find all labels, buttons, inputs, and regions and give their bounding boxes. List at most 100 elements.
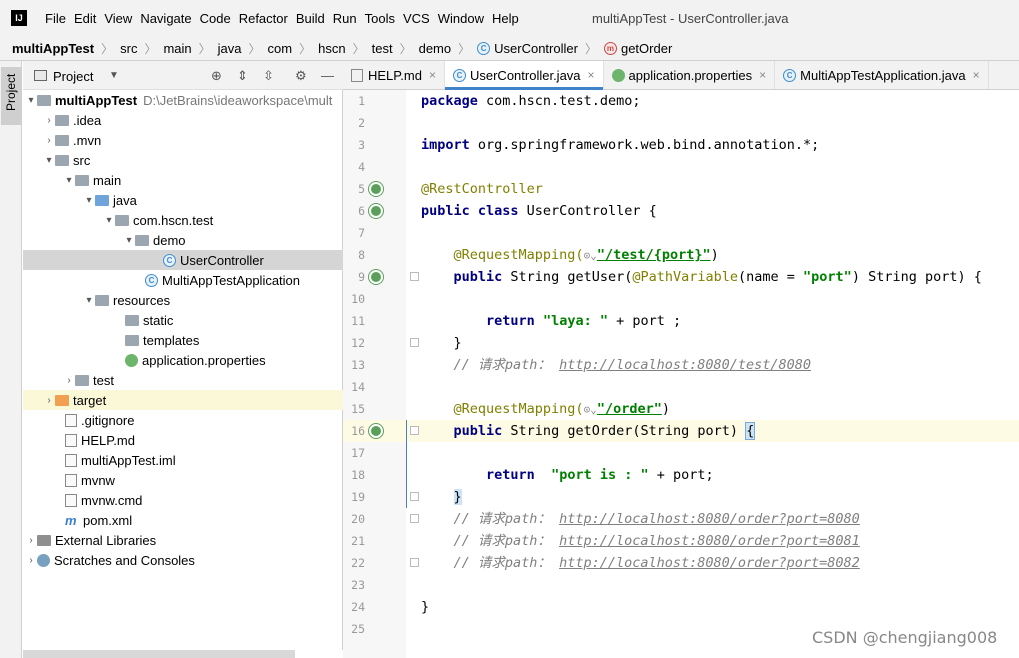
spring-web-icon[interactable]	[369, 204, 383, 218]
line-number: 9	[358, 270, 365, 284]
breadcrumb-hscn[interactable]: hscn	[318, 41, 345, 56]
chevron-down-icon[interactable]: ▾	[83, 195, 95, 206]
expand-all-icon[interactable]: ⇕	[237, 68, 248, 84]
tree-item-resources[interactable]: ▾ resources	[23, 290, 343, 310]
tree-item-idea[interactable]: › .idea	[23, 110, 343, 130]
menu-list: File Edit View Navigate Code Refactor Bu…	[45, 11, 527, 26]
close-icon[interactable]: ×	[759, 68, 766, 82]
request-mapping-icon[interactable]	[369, 424, 383, 438]
class-icon: C	[163, 253, 176, 267]
chevron-down-icon[interactable]: ▾	[63, 175, 75, 186]
tree-item-main[interactable]: ▾ main	[23, 170, 343, 190]
chevron-down-icon[interactable]: ▾	[43, 155, 55, 166]
breadcrumb-src[interactable]: src	[120, 41, 137, 56]
tree-item-iml[interactable]: multiAppTest.iml	[23, 450, 343, 470]
menu-code[interactable]: Code	[200, 11, 231, 26]
minimize-icon[interactable]: —	[321, 68, 334, 83]
tree-item-package[interactable]: ▾ com.hscn.test	[23, 210, 343, 230]
fold-marker-icon[interactable]	[410, 272, 419, 281]
chevron-right-icon[interactable]: ›	[63, 375, 75, 386]
breadcrumb-com[interactable]: com	[268, 41, 293, 56]
tree-item-scratches[interactable]: › Scratches and Consoles	[23, 550, 343, 570]
line-number: 10	[351, 292, 365, 306]
tree-item-target[interactable]: › target	[23, 390, 343, 410]
menu-tools[interactable]: Tools	[365, 11, 395, 26]
request-mapping-icon[interactable]	[369, 270, 383, 284]
tree-item-gitignore[interactable]: .gitignore	[23, 410, 343, 430]
chevron-down-icon[interactable]: ▼	[109, 70, 119, 81]
collapse-all-icon[interactable]: ⇳	[263, 68, 274, 84]
fold-marker-icon[interactable]	[410, 338, 419, 347]
tab-usercontroller[interactable]: C UserController.java ×	[444, 61, 604, 90]
tree-item-mvnw[interactable]: mvnw	[23, 470, 343, 490]
project-tool-tab[interactable]: Project	[1, 67, 21, 125]
tree-item-label: mvnw.cmd	[81, 492, 143, 508]
fold-marker-icon[interactable]	[410, 514, 419, 523]
maven-icon: m	[65, 512, 77, 528]
fold-marker-icon[interactable]	[410, 426, 419, 435]
project-view-selector[interactable]: Project	[53, 69, 93, 84]
chevron-right-icon[interactable]: ›	[25, 555, 37, 566]
menu-refactor[interactable]: Refactor	[239, 11, 288, 26]
chevron-right-icon[interactable]: ›	[43, 135, 55, 146]
tree-item-label: application.properties	[142, 352, 266, 368]
tree-item-label: External Libraries	[55, 532, 157, 548]
close-icon[interactable]: ×	[973, 68, 980, 82]
menu-help[interactable]: Help	[492, 11, 519, 26]
tool-window-strip: Project	[0, 61, 22, 658]
spring-bean-icon[interactable]	[369, 182, 383, 196]
tree-item-label: demo	[153, 232, 186, 248]
tree-item-static[interactable]: static	[23, 310, 343, 330]
tree-item-test[interactable]: › test	[23, 370, 343, 390]
tree-item-application-properties[interactable]: application.properties	[23, 350, 343, 370]
tab-label: application.properties	[628, 67, 753, 83]
tree-item-mvnw-cmd[interactable]: mvnw.cmd	[23, 490, 343, 510]
fold-marker-icon[interactable]	[410, 558, 419, 567]
chevron-down-icon[interactable]: ▾	[123, 235, 135, 246]
menu-run[interactable]: Run	[333, 11, 357, 26]
breadcrumb-usercontroller[interactable]: UserController	[494, 41, 578, 56]
tab-application-properties[interactable]: application.properties ×	[604, 61, 776, 89]
breadcrumb-test[interactable]: test	[372, 41, 393, 56]
locate-icon[interactable]: ⊕	[211, 68, 222, 84]
tree-item-help-md[interactable]: HELP.md	[23, 430, 343, 450]
chevron-down-icon[interactable]: ▾	[83, 295, 95, 306]
breadcrumb-getorder[interactable]: getOrder	[621, 41, 672, 56]
tree-item-pom[interactable]: m pom.xml	[23, 510, 343, 530]
tree-item-mvn[interactable]: › .mvn	[23, 130, 343, 150]
breadcrumb-project[interactable]: multiAppTest	[12, 41, 94, 56]
tree-item-usercontroller[interactable]: C UserController	[23, 250, 343, 270]
chevron-right-icon[interactable]: ›	[43, 395, 55, 406]
breadcrumb-main[interactable]: main	[163, 41, 191, 56]
close-icon[interactable]: ×	[588, 68, 595, 82]
code-line-11: return "laya: " + port ;	[486, 313, 682, 329]
tree-item-demo[interactable]: ▾ demo	[23, 230, 343, 250]
menu-edit[interactable]: Edit	[74, 11, 96, 26]
chevron-right-icon[interactable]: ›	[43, 115, 55, 126]
chevron-down-icon[interactable]: ▾	[103, 215, 115, 226]
gear-icon[interactable]: ⚙	[295, 68, 307, 84]
chevron-down-icon[interactable]: ▾	[25, 95, 37, 106]
tree-item-label: .gitignore	[81, 412, 135, 428]
chevron-right-icon[interactable]: ›	[25, 535, 37, 546]
tree-item-templates[interactable]: templates	[23, 330, 343, 350]
tree-item-java[interactable]: ▾ java	[23, 190, 343, 210]
folder-icon	[37, 94, 51, 106]
breadcrumb-demo[interactable]: demo	[419, 41, 452, 56]
menu-window[interactable]: Window	[438, 11, 484, 26]
tab-help-md[interactable]: HELP.md ×	[343, 61, 445, 89]
menu-build[interactable]: Build	[296, 11, 325, 26]
close-icon[interactable]: ×	[429, 68, 436, 82]
horizontal-scrollbar[interactable]	[23, 650, 295, 658]
tab-multiapptestapplication[interactable]: C MultiAppTestApplication.java ×	[775, 61, 989, 89]
menu-navigate[interactable]: Navigate	[140, 11, 191, 26]
tree-item-multiapptestapplication[interactable]: C MultiAppTestApplication	[23, 270, 343, 290]
tree-item-root[interactable]: ▾ multiAppTest D:\JetBrains\ideaworkspace\…	[23, 90, 343, 110]
menu-view[interactable]: View	[104, 11, 132, 26]
breadcrumb-java[interactable]: java	[218, 41, 242, 56]
menu-vcs[interactable]: VCS	[403, 11, 430, 26]
menu-file[interactable]: File	[45, 11, 66, 26]
fold-marker-icon[interactable]	[410, 492, 419, 501]
tree-item-src[interactable]: ▾ src	[23, 150, 343, 170]
tree-item-external-libraries[interactable]: › External Libraries	[23, 530, 343, 550]
